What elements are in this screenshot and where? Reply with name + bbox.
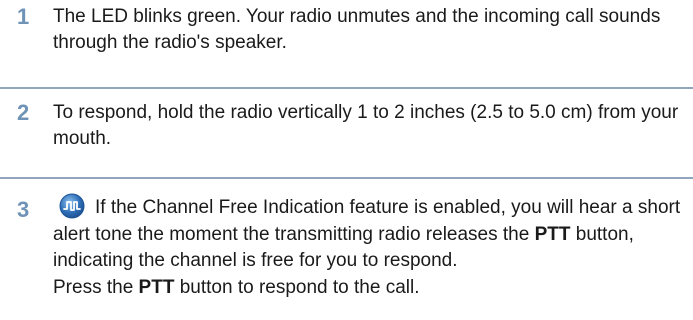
step-2: 2 To respond, hold the radio vertically … (0, 89, 693, 179)
ptt-button-label: PTT (534, 223, 571, 245)
step-3: 3 If the Channel Free Indication feature… (0, 179, 693, 320)
step-3-text-part3: Press the (53, 276, 139, 298)
ptt-button-label: PTT (138, 276, 175, 298)
step-3-text-part4: button to respond to the call. (174, 276, 420, 298)
channel-free-indication-icon (59, 193, 85, 219)
step-text: If the Channel Free Indication feature i… (53, 193, 685, 301)
step-text: The LED blinks green. Your radio unmutes… (53, 6, 661, 53)
step-number: 3 (17, 197, 30, 222)
step-number: 2 (17, 100, 30, 125)
step-text: To respond, hold the radio vertically 1 … (53, 102, 679, 149)
procedure-steps: 1 The LED blinks green. Your radio unmut… (0, 0, 693, 320)
step-number: 1 (17, 4, 30, 29)
step-1: 1 The LED blinks green. Your radio unmut… (0, 0, 693, 89)
